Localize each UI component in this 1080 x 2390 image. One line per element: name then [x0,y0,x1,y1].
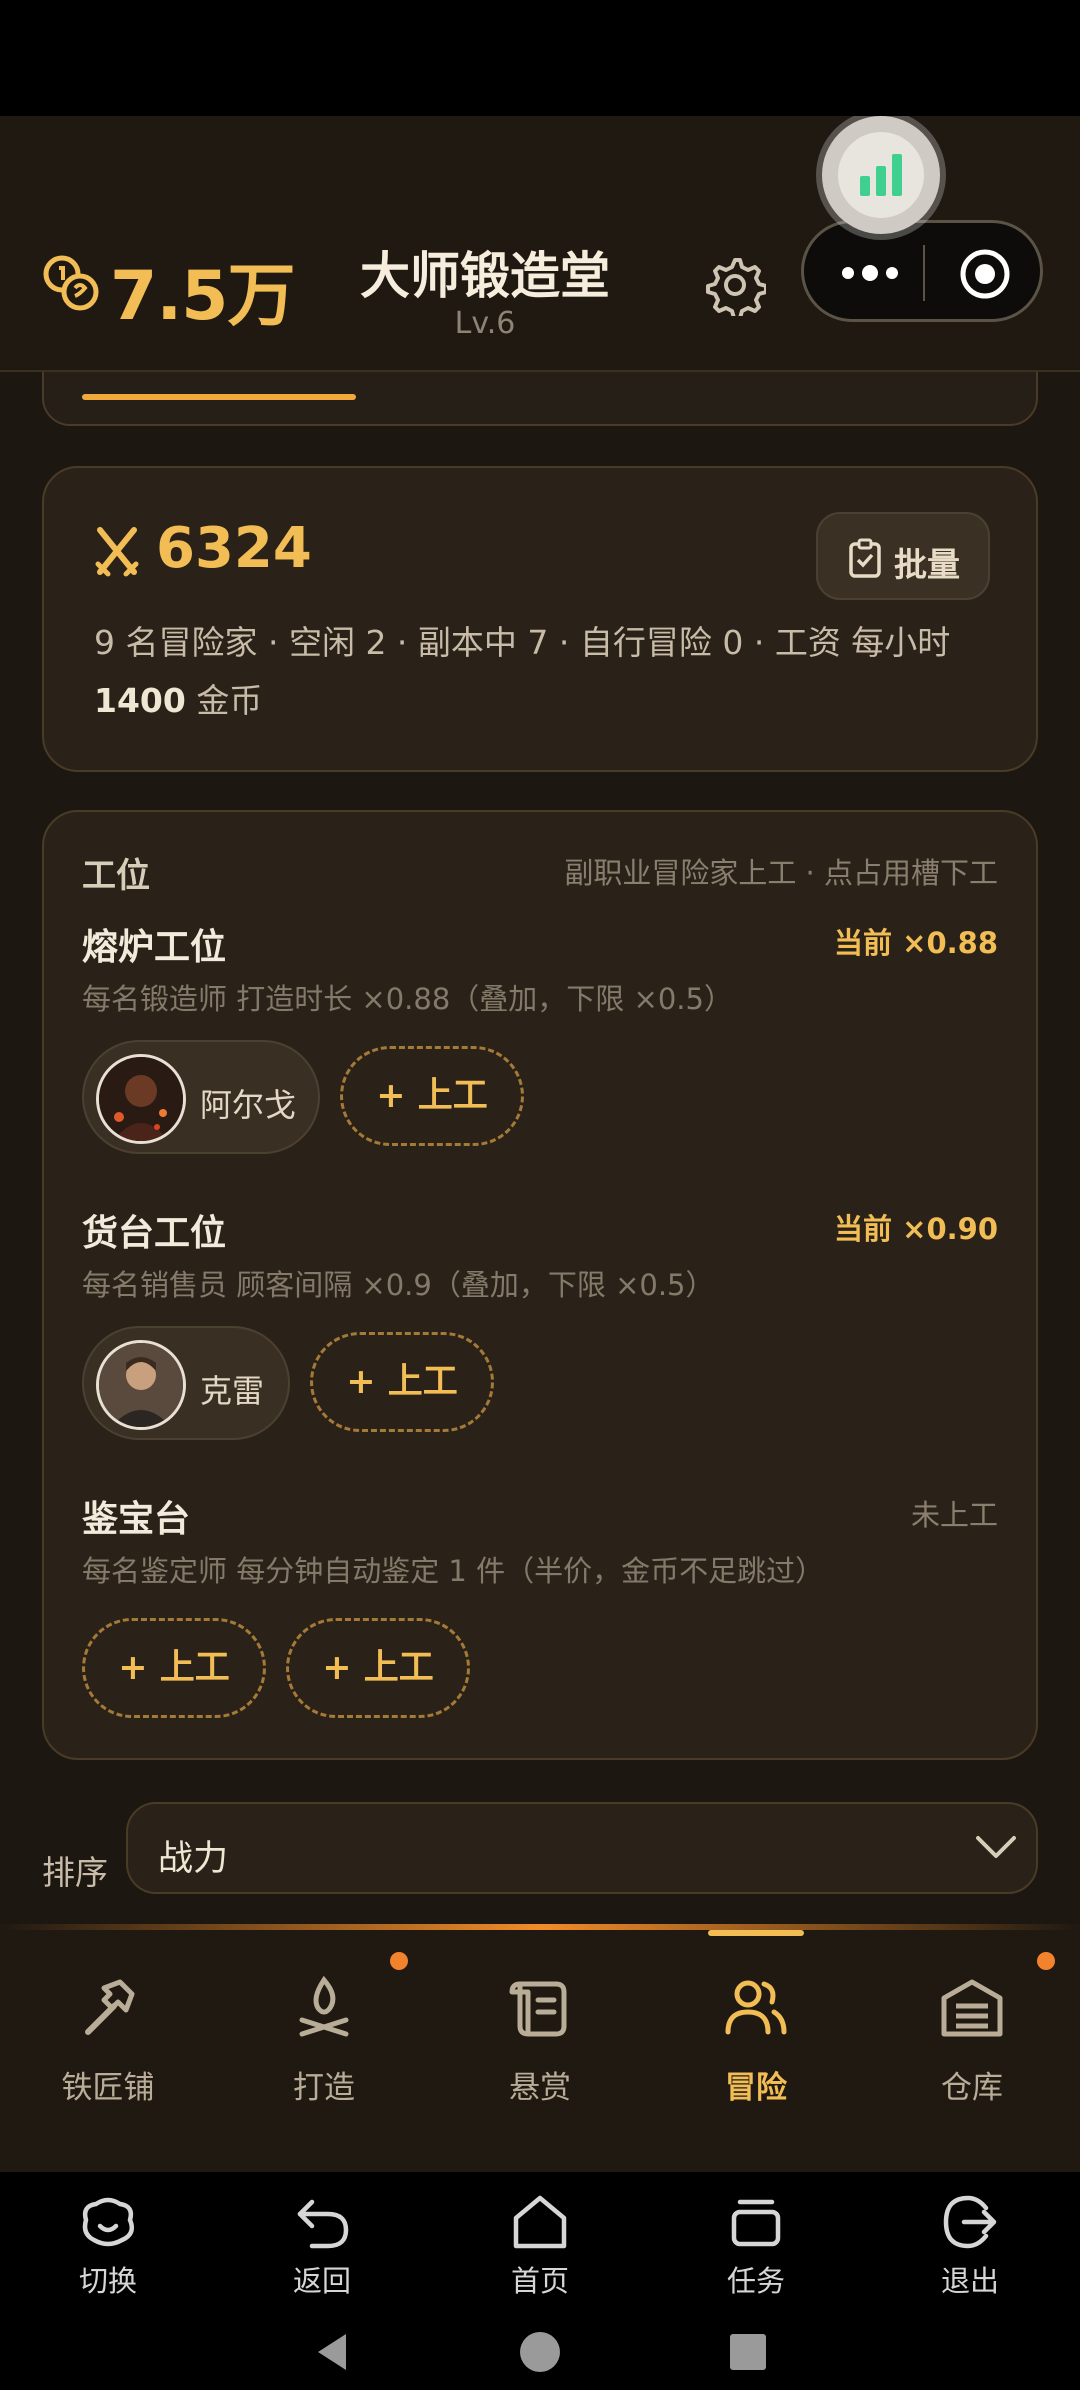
worker-name: 阿尔戈 [200,1086,297,1124]
nav-glow-line [0,1924,1080,1930]
clipboard-check-icon [849,538,881,578]
batch-button[interactable]: 批量 [816,512,990,600]
nav-label: 仓库 [941,2070,1003,2106]
gold-amount: 7.5万 [110,257,295,336]
app-screen: 7.5万 大师锻造堂 Lv.6 6324 批量 9 名冒险家 · 空闲 2 · … [0,116,1080,2172]
active-tab-indicator [82,394,356,400]
switch-button[interactable]: 切换 [38,2192,178,2302]
close-miniapp-icon[interactable] [958,247,1012,301]
miniapp-capsule [801,220,1043,322]
sort-label: 排序 [42,1853,108,1892]
android-recents-icon[interactable] [726,2330,770,2374]
gear-icon[interactable] [704,254,766,316]
wage-unit: 金币 [185,681,263,720]
warehouse-badge-dot [1037,1952,1055,1970]
nav-item-bounty[interactable]: 悬赏 [460,1954,620,2106]
sys-label: 切换 [78,2264,137,2298]
sort-value: 战力 [158,1839,229,1879]
sys-label: 任务 [726,2264,785,2298]
home-icon [513,2195,567,2249]
tasks-button[interactable]: 任务 [686,2192,826,2302]
capsule-divider [923,245,925,301]
furnace-station-name: 熔炉工位 [82,927,227,968]
total-power: 6324 [156,516,312,581]
signal-button-face [838,132,924,218]
appraisal-station-name: 鉴宝台 [82,1499,191,1540]
nav-label: 悬赏 [509,2070,571,2106]
crossed-swords-icon [95,527,139,577]
system-bar: 切换 返回 首页 任务 退出 [0,2172,1080,2390]
exit-icon [943,2195,997,2249]
active-nav-indicator [708,1930,804,1936]
more-icon[interactable] [834,253,906,293]
users-icon [725,1980,787,2035]
sys-label: 退出 [940,2264,999,2298]
sys-label: 首页 [510,2264,569,2298]
sort-dropdown[interactable]: 战力 [126,1802,1038,1894]
back-button[interactable]: 返回 [252,2192,392,2302]
signal-bars-icon [860,154,902,196]
exit-button[interactable]: 退出 [900,2192,1040,2302]
nav-item-forge[interactable]: 打造 [244,1954,404,2106]
top-header: 7.5万 大师锻造堂 Lv.6 [0,116,1080,372]
home-button[interactable]: 首页 [470,2192,610,2302]
appraisal-description: 每名鉴定师 每分钟自动鉴定 1 件（半价，金币不足跳过） [82,1554,825,1588]
page-title: 大师锻造堂 [360,246,610,305]
switch-icon [82,2197,134,2247]
assign-worker-button[interactable]: + 上工 [82,1618,266,1718]
forge-badge-dot [390,1952,408,1970]
back-icon [297,2199,349,2249]
nav-item-adventure[interactable]: 冒险 [676,1954,836,2106]
assign-worker-button[interactable]: + 上工 [310,1332,494,1432]
workstation-hint: 副职业冒险家上工 · 点占用槽下工 [564,856,998,890]
nav-item-warehouse[interactable]: 仓库 [892,1954,1052,2106]
counter-description: 每名销售员 顾客间隔 ×0.9（叠加，下限 ×0.5） [82,1268,715,1302]
wage-amount: 1400 [94,681,186,720]
coins-icon [43,255,99,311]
android-back-icon[interactable] [310,2330,354,2374]
adventurer-stats-card: 6324 批量 9 名冒险家 · 空闲 2 · 副本中 7 · 自行冒险 0 ·… [42,466,1038,772]
floating-signal-button[interactable] [822,116,940,234]
status-bar [0,0,1080,116]
worker-chip-argo[interactable]: 阿尔戈 [82,1040,320,1154]
worker-chip-kelei[interactable]: 克雷 [82,1326,290,1440]
worker-name: 克雷 [200,1372,265,1410]
tasks-icon [731,2199,781,2247]
assign-worker-button[interactable]: + 上工 [286,1618,470,1718]
campfire-icon [299,1975,349,2037]
batch-label: 批量 [894,545,960,584]
workstation-title: 工位 [82,856,150,896]
appraisal-status: 未上工 [910,1498,998,1532]
nav-label: 打造 [293,2070,355,2106]
android-home-icon[interactable] [518,2330,562,2374]
scroll-icon [509,1981,567,2037]
hammer-icon [85,1979,135,2035]
workstation-card: 工位 副职业冒险家上工 · 点占用槽下工 熔炉工位 当前 ×0.88 每名锻造师… [42,810,1038,1760]
nav-label: 冒险 [725,2070,787,2106]
summary-text: 9 名冒险家 · 空闲 2 · 副本中 7 · 自行冒险 0 · 工资 每小时 [94,623,951,662]
chevron-down-icon [976,1836,1016,1858]
avatar [96,1054,186,1144]
nav-label: 铁匠铺 [61,2070,155,2106]
counter-multiplier: 当前 ×0.90 [834,1212,998,1246]
bottom-navigation: 铁匠铺 打造 悬赏 冒险 仓库 [0,1924,1080,2172]
avatar [96,1340,186,1430]
sys-label: 返回 [292,2264,351,2298]
assign-worker-button[interactable]: + 上工 [340,1046,524,1146]
nav-item-blacksmith[interactable]: 铁匠铺 [28,1954,188,2106]
counter-station-name: 货台工位 [82,1213,227,1254]
adventurer-summary: 9 名冒险家 · 空闲 2 · 副本中 7 · 自行冒险 0 · 工资 每小时 … [94,614,994,730]
furnace-multiplier: 当前 ×0.88 [834,926,998,960]
furnace-description: 每名锻造师 打造时长 ×0.88（叠加，下限 ×0.5） [82,982,733,1016]
warehouse-icon [941,1979,1003,2037]
level-label: Lv.6 [454,306,516,341]
